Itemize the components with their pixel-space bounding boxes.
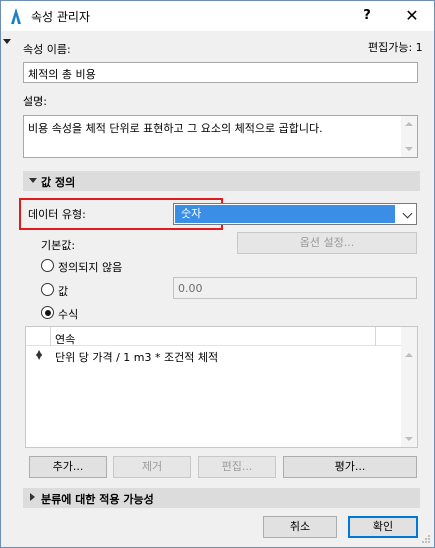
attribute-manager-dialog: 속성 관리자 ? ✕ 속성 이름: 편집가능: 1 체적의 총 비용 설명: 비… [0,0,435,548]
scroll-up-icon[interactable] [405,353,413,357]
classification-section-header[interactable]: 분류에 대한 적용 가능성 [23,488,420,508]
expand-right-icon [30,493,35,501]
formula-editor[interactable]: 연속 ▲ ▼ 단위 당 가격 / 1 m3 * 조건적 체적 [25,326,418,448]
data-type-selected-value: 숫자 [175,205,395,223]
archicad-app-icon [11,8,21,24]
default-value-label: 기본값: [41,239,76,252]
classification-title: 분류에 대한 적용 가능성 [41,493,154,506]
collapse-arrow-icon[interactable] [3,39,11,44]
title-bar: 속성 관리자 ? ✕ [1,1,434,31]
scroll-up-icon[interactable] [405,122,413,126]
radio-undefined[interactable] [41,259,54,272]
scroll-down-icon[interactable] [405,437,413,441]
close-button[interactable]: ✕ [390,1,434,31]
description-value: 비용 속성을 체적 단위로 표현하고 그 요소의 체적으로 곱합니다. [28,122,323,135]
radio-undefined-label: 정의되지 않음 [58,261,123,274]
scroll-down-icon[interactable] [405,147,413,151]
editable-count-label: 편집가능: 1 [368,41,423,54]
attribute-name-value: 체적의 총 비용 [28,68,96,81]
formula-row-text[interactable]: 단위 당 가격 / 1 m3 * 조건적 체적 [55,349,218,365]
radio-value-label: 값 [58,285,69,298]
column-divider [375,327,376,346]
attribute-name-label: 속성 이름: [23,43,71,56]
radio-formula[interactable] [41,306,54,319]
value-input[interactable]: 0.00 [173,277,417,299]
expand-down-icon [29,178,37,183]
formula-header-label: 연속 [55,333,76,346]
option-settings-button[interactable]: 옵션 설정... [237,232,417,254]
value-definition-section-header[interactable]: 값 정의 [23,171,420,191]
value-definition-title: 값 정의 [41,176,76,189]
edit-button[interactable]: 편집... [198,456,276,478]
radio-value[interactable] [41,283,54,296]
value-input-text: 0.00 [178,282,203,295]
add-button[interactable]: 추가... [29,456,107,478]
attribute-name-input[interactable]: 체적의 총 비용 [23,62,418,83]
data-type-select[interactable]: 숫자 [173,203,417,225]
chevron-down-icon [402,208,413,219]
cancel-button[interactable]: 취소 [263,516,337,538]
ok-button[interactable]: 확인 [348,516,418,538]
help-button[interactable]: ? [345,1,389,31]
data-type-label: 데이터 유형: [28,208,86,221]
remove-button[interactable]: 제거 [113,456,191,478]
description-textarea[interactable]: 비용 속성을 체적 단위로 표현하고 그 요소의 체적으로 곱합니다. [23,115,418,158]
evaluate-button[interactable]: 평가... [283,456,417,478]
reorder-handle-icon[interactable]: ▲ ▼ [36,349,42,361]
formula-scrollbar[interactable] [401,327,417,447]
resize-grip-icon[interactable] [421,534,431,544]
radio-formula-label: 수식 [58,308,79,321]
window-title: 속성 관리자 [31,10,91,24]
description-scrollbar[interactable] [401,116,417,157]
formula-header: 연속 [26,327,402,346]
description-label: 설명: [23,95,47,108]
column-divider [50,327,51,346]
